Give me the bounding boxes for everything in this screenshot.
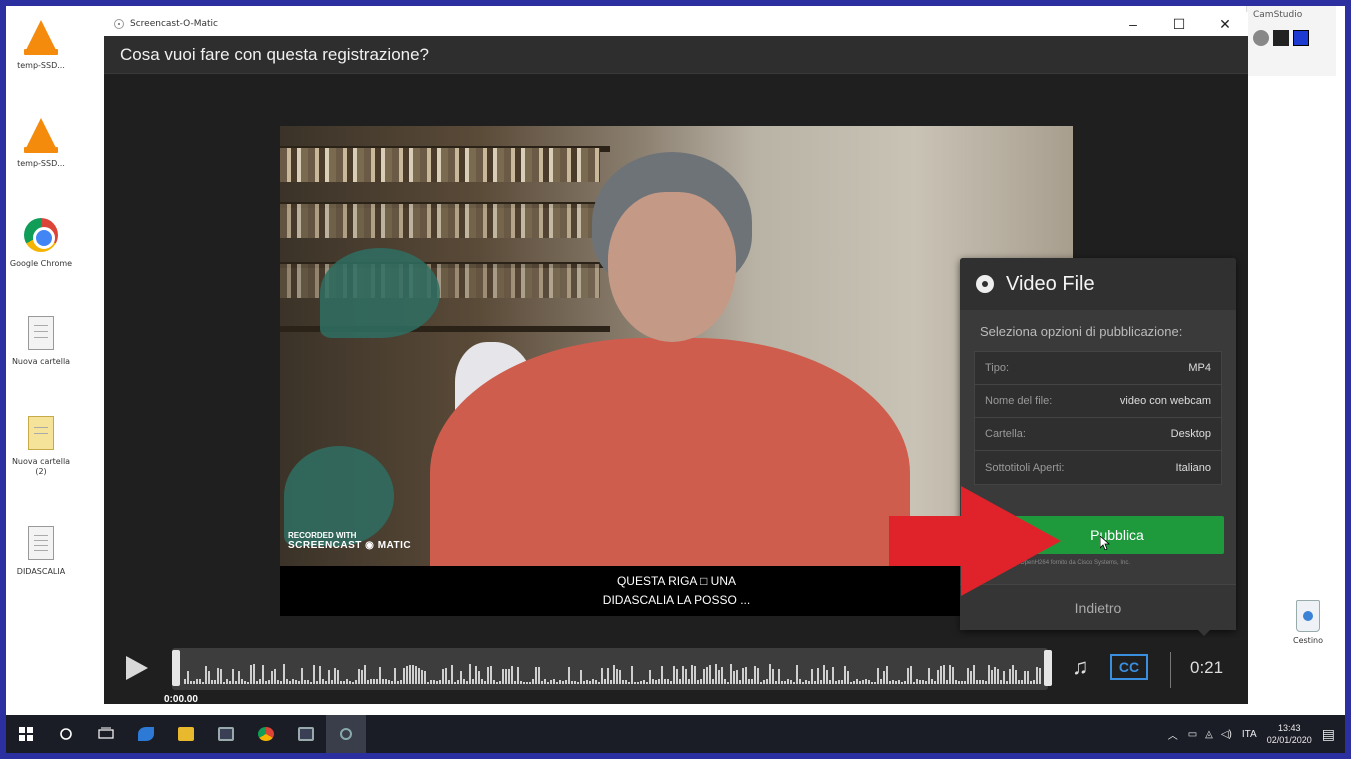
- option-key: Nome del file:: [985, 395, 1053, 407]
- option-row-folder[interactable]: Cartella: Desktop: [975, 418, 1221, 451]
- clock-time: 13:43: [1277, 723, 1301, 733]
- option-row-filename[interactable]: Nome del file: video con webcam: [975, 385, 1221, 418]
- duration: 0:21: [1190, 658, 1224, 677]
- divider: [1170, 652, 1171, 688]
- mouse-cursor-icon: [1100, 536, 1110, 550]
- app-icon-blue[interactable]: [126, 715, 166, 753]
- music-icon[interactable]: ♫: [1072, 654, 1089, 680]
- panel-subtitle: Seleziona opzioni di pubblicazione:: [980, 324, 1183, 339]
- chevron-up-icon[interactable]: ︿: [1168, 727, 1178, 742]
- desktop-icon-label: Nuova cartella (2): [11, 457, 71, 476]
- play-icon[interactable]: [126, 656, 148, 680]
- pause-icon[interactable]: [1273, 30, 1289, 46]
- app-icon: [114, 19, 124, 29]
- playback-controls: 0:00.00 ♫ CC 0:21: [104, 638, 1248, 705]
- minimize-icon[interactable]: –: [1110, 12, 1156, 36]
- captions-button[interactable]: CC: [1110, 654, 1148, 680]
- record-icon[interactable]: [1253, 30, 1269, 46]
- audio-waveform: [184, 662, 1041, 684]
- option-key: Cartella:: [985, 428, 1026, 440]
- text-file-icon: [24, 526, 58, 564]
- option-key: Tipo:: [985, 362, 1010, 374]
- file-explorer-icon[interactable]: [166, 715, 206, 753]
- option-value: MP4: [1188, 362, 1211, 374]
- camstudio-title: CamStudio: [1253, 10, 1303, 20]
- camstudio-window: CamStudio: [1246, 6, 1336, 76]
- window-title: Screencast-O-Matic: [130, 19, 218, 29]
- option-row-subtitles[interactable]: Sottotitoli Aperti: Italiano: [975, 451, 1221, 484]
- option-key: Sottotitoli Aperti:: [985, 461, 1065, 474]
- desktop-screen: temp-SSD... temp-SSD... Google Chrome Nu…: [6, 6, 1345, 753]
- system-tray: ︿ ▭ ◬ ◁) ITA 13:43 02/01/2020 ▤: [1168, 715, 1345, 753]
- option-value: Italiano: [1175, 461, 1211, 474]
- desktop-icon-chrome[interactable]: Google Chrome: [8, 218, 74, 269]
- chrome-icon: [24, 218, 58, 256]
- clock[interactable]: 13:43 02/01/2020: [1267, 722, 1312, 746]
- desktop-icon-label: Cestino: [1293, 636, 1323, 645]
- search-icon[interactable]: [46, 715, 86, 753]
- publish-options: Tipo: MP4 Nome del file: video con webca…: [974, 351, 1222, 485]
- folder-icon: [24, 416, 58, 454]
- desktop-icon-label: Nuova cartella: [11, 357, 71, 366]
- desktop-icon-recycle-bin[interactable]: Cestino: [1276, 600, 1340, 645]
- task-view-icon[interactable]: [86, 715, 126, 753]
- desktop-icon-vlc-1[interactable]: temp-SSD...: [8, 20, 74, 71]
- trim-handle-end[interactable]: [1044, 650, 1052, 686]
- screencast-taskbar-icon[interactable]: [326, 715, 366, 753]
- stop-icon[interactable]: [1293, 30, 1309, 46]
- desktop-icon-label: DIDASCALIA: [16, 567, 66, 576]
- chrome-taskbar-icon[interactable]: [246, 715, 286, 753]
- desktop-icon-label: Google Chrome: [9, 259, 73, 268]
- page-title: Cosa vuoi fare con questa registrazione?: [104, 36, 1248, 74]
- volume-icon[interactable]: ◁): [1221, 729, 1232, 740]
- option-row-tipo[interactable]: Tipo: MP4: [975, 352, 1221, 385]
- trim-handle-start[interactable]: [172, 650, 180, 686]
- option-value: Desktop: [1170, 428, 1211, 440]
- vlc-cone-icon: [24, 118, 58, 156]
- clock-date: 02/01/2020: [1266, 735, 1312, 745]
- desktop-icon-didascalia[interactable]: DIDASCALIA: [8, 526, 74, 577]
- recycle-bin-icon: [1296, 600, 1320, 632]
- language-indicator[interactable]: ITA: [1242, 729, 1257, 740]
- taskbar: ︿ ▭ ◬ ◁) ITA 13:43 02/01/2020 ▤: [6, 715, 1345, 753]
- document-icon: [24, 316, 58, 354]
- option-value: video con webcam: [1119, 395, 1211, 407]
- window-app-icon[interactable]: [206, 715, 246, 753]
- window-titlebar: Screencast-O-Matic – ☐ ✕: [104, 12, 1248, 36]
- recording-watermark: RECORDED WITH SCREENCAST ◉ MATIC: [288, 531, 412, 551]
- desktop-icon-nuova-cartella[interactable]: Nuova cartella: [8, 316, 74, 367]
- network-icon[interactable]: ▭: [1188, 729, 1197, 740]
- maximize-icon[interactable]: ☐: [1156, 12, 1202, 36]
- red-arrow-annotation: [889, 486, 1061, 596]
- desktop-icon-label: temp-SSD...: [17, 61, 65, 70]
- windows-start-icon[interactable]: [6, 715, 46, 753]
- desktop-icon-nuova-cartella-2[interactable]: Nuova cartella (2): [8, 416, 74, 477]
- timeline[interactable]: [172, 648, 1048, 690]
- close-icon[interactable]: ✕: [1202, 12, 1248, 36]
- wifi-icon[interactable]: ◬: [1205, 729, 1213, 740]
- film-reel-icon: [976, 275, 994, 293]
- vlc-cone-icon: [24, 20, 58, 58]
- desktop-icon-vlc-2[interactable]: temp-SSD...: [8, 118, 74, 169]
- screencast-window: Screencast-O-Matic – ☐ ✕ Cosa vuoi fare …: [104, 12, 1248, 705]
- notification-icon[interactable]: ▤: [1322, 726, 1335, 743]
- panel-title: Video File: [1006, 272, 1095, 295]
- current-time: 0:00.00: [164, 694, 198, 705]
- desktop-icon-label: temp-SSD...: [17, 159, 65, 168]
- window-app-icon-2[interactable]: [286, 715, 326, 753]
- panel-header: Video File: [960, 258, 1236, 310]
